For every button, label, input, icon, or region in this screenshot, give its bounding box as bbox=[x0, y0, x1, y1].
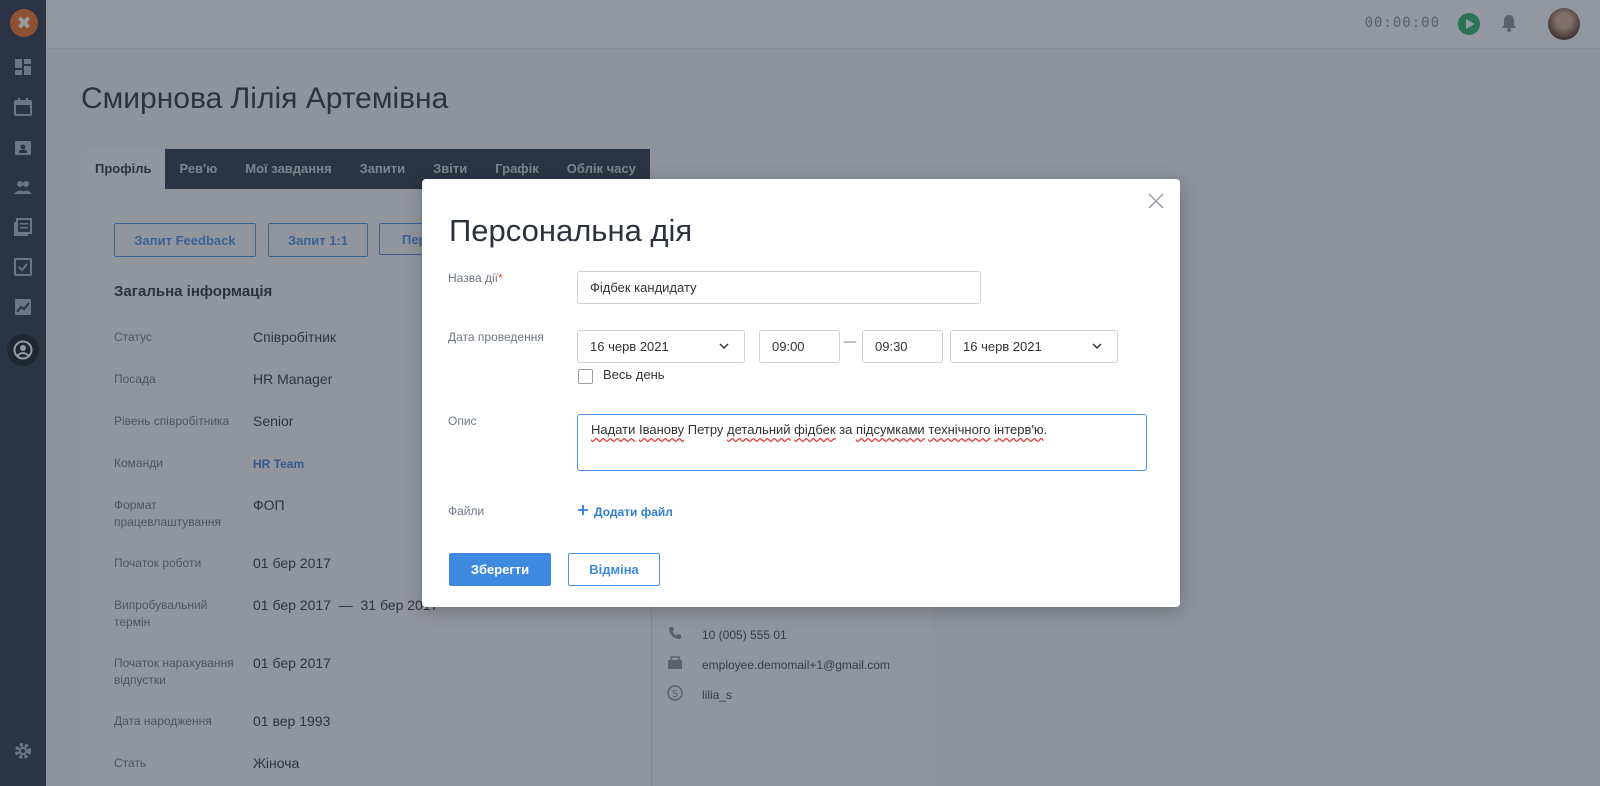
modal-title: Персональна дія bbox=[449, 213, 693, 248]
action-name-label-text: Назва дії bbox=[448, 271, 498, 285]
chevron-down-icon bbox=[1091, 340, 1103, 355]
time-separator: — bbox=[843, 334, 857, 350]
desc-word: підсумками bbox=[855, 422, 925, 437]
desc-word: інтерв'ю bbox=[994, 422, 1044, 437]
plus-icon bbox=[577, 504, 589, 519]
close-icon[interactable] bbox=[1146, 191, 1166, 211]
end-date-value: 16 черв 2021 bbox=[963, 339, 1042, 354]
start-date-select[interactable]: 16 черв 2021 bbox=[577, 330, 745, 363]
action-name-label: Назва дії* bbox=[448, 271, 503, 285]
add-file-link[interactable]: Додати файл bbox=[577, 504, 673, 519]
start-time-input[interactable]: 09:00 bbox=[759, 330, 840, 363]
desc-word: фідбек bbox=[794, 422, 836, 437]
description-label: Опис bbox=[448, 414, 477, 428]
chevron-down-icon bbox=[718, 340, 730, 355]
action-name-input[interactable]: Фідбек кандидату bbox=[577, 271, 981, 304]
desc-word: Іванову bbox=[639, 422, 685, 437]
end-date-select[interactable]: 16 черв 2021 bbox=[950, 330, 1118, 363]
all-day-label[interactable]: Весь день bbox=[603, 367, 665, 382]
desc-word: технічного bbox=[928, 422, 991, 437]
save-button[interactable]: Зберегти bbox=[449, 553, 551, 586]
files-label: Файли bbox=[448, 504, 485, 518]
description-textarea[interactable]: Надати Іванову Петру детальний фідбек за… bbox=[577, 414, 1147, 471]
desc-word: Надати bbox=[591, 422, 636, 437]
desc-text: . bbox=[1043, 422, 1048, 437]
personal-action-modal: Персональна дія Назва дії* Фідбек кандид… bbox=[422, 179, 1180, 607]
desc-word: детальний bbox=[727, 422, 791, 437]
cancel-button[interactable]: Відміна bbox=[568, 553, 660, 586]
required-asterisk: * bbox=[497, 271, 503, 285]
start-date-value: 16 черв 2021 bbox=[590, 339, 669, 354]
add-file-label: Додати файл bbox=[594, 504, 673, 519]
date-label: Дата проведення bbox=[448, 330, 544, 344]
desc-text: за bbox=[835, 422, 856, 437]
desc-text: Петру bbox=[684, 422, 728, 437]
all-day-checkbox[interactable] bbox=[578, 369, 593, 384]
end-time-input[interactable]: 09:30 bbox=[862, 330, 943, 363]
